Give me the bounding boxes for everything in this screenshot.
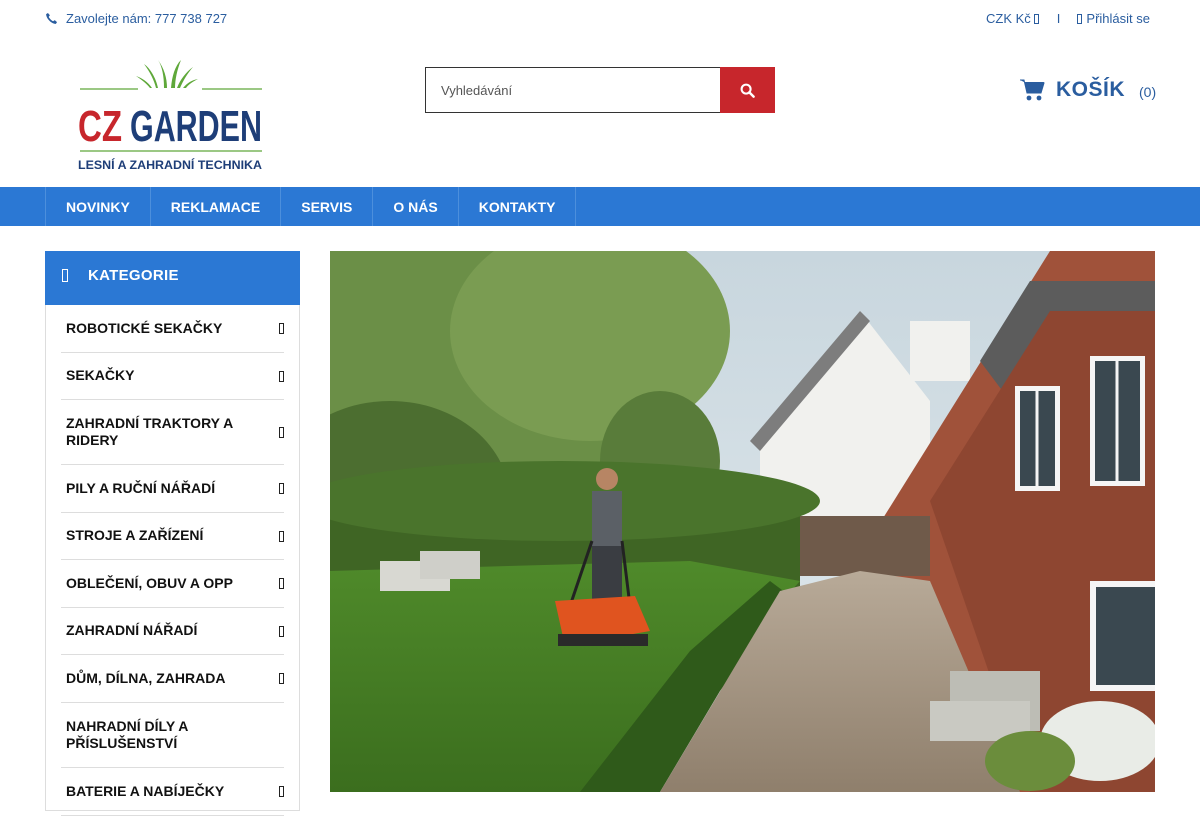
svg-text:CZ: CZ [78, 102, 122, 151]
category-item[interactable]: NAHRADNÍ DÍLY A PŘÍSLUŠENSTVÍ [61, 703, 284, 768]
svg-text:GARDEN: GARDEN [130, 102, 262, 151]
category-label: OBLEČENÍ, OBUV A OPP [66, 574, 233, 591]
category-header[interactable]: KATEGORIE [45, 251, 300, 305]
search-button[interactable] [720, 67, 775, 113]
top-bar: Zavolejte nám: 777 738 727 CZK Kč I Přih… [0, 0, 1200, 38]
chevron-right-icon [279, 578, 284, 589]
main-nav: NOVINKY REKLAMACE SERVIS O NÁS KONTAKTY [0, 187, 1200, 226]
cart-icon [1020, 79, 1045, 101]
cart-label: KOŠÍK [1056, 78, 1126, 101]
currency-label: CZK Kč [986, 11, 1031, 26]
hero-image [330, 251, 1155, 792]
search-bar [425, 67, 775, 113]
chevron-right-icon [279, 530, 284, 542]
login-label: Přihlásit se [1086, 11, 1150, 26]
category-label: ROBOTICKÉ SEKAČKY [66, 319, 223, 336]
chevron-right-icon [279, 323, 284, 334]
category-sidebar: KATEGORIE ROBOTICKÉ SEKAČKY SEKAČKY ZAHR… [45, 251, 300, 816]
category-item[interactable]: ROBOTICKÉ SEKAČKY [61, 305, 284, 353]
phone-contact[interactable]: Zavolejte nám: 777 738 727 [45, 11, 227, 26]
category-item[interactable]: PILY A RUČNÍ NÁŘADÍ [61, 465, 284, 513]
category-item[interactable]: ZAHRADNÍ TRAKTORY A RIDERY [61, 400, 284, 465]
nav-item-servis[interactable]: SERVIS [280, 187, 372, 226]
user-icon [1077, 13, 1083, 24]
hero-banner[interactable] [330, 251, 1155, 792]
cart-link[interactable]: KOŠÍK (0) [1020, 78, 1156, 102]
category-label: STROJE A ZAŘÍZENÍ [66, 527, 204, 544]
chevron-right-icon [279, 786, 284, 797]
chevron-right-icon [279, 483, 284, 494]
category-label: ZAHRADNÍ TRAKTORY A RIDERY [66, 414, 233, 449]
category-item[interactable]: SEKAČKY [61, 353, 284, 400]
nav-item-o-nas[interactable]: O NÁS [372, 187, 457, 226]
chevron-right-icon [279, 370, 284, 382]
chevron-right-icon [279, 673, 284, 684]
topbar-separator: I [1056, 11, 1061, 26]
caret-down-icon [1033, 13, 1039, 24]
category-item[interactable]: DŮM, DÍLNA, ZAHRADA [61, 655, 284, 703]
svg-text:LESNÍ A ZAHRADNÍ TECHNIKA: LESNÍ A ZAHRADNÍ TECHNIKA [78, 157, 262, 172]
category-item[interactable]: BATERIE A NABÍJEČKY [61, 768, 284, 816]
currency-selector[interactable]: CZK Kč [986, 11, 1039, 26]
category-item[interactable]: ZAHRADNÍ NÁŘADÍ [61, 608, 284, 655]
grass-icon [136, 60, 198, 88]
category-title: KATEGORIE [88, 266, 179, 284]
category-label: BATERIE A NABÍJEČKY [66, 782, 225, 799]
search-input[interactable] [425, 67, 720, 113]
menu-icon [62, 268, 68, 282]
nav-item-novinky[interactable]: NOVINKY [45, 187, 150, 226]
category-label: NAHRADNÍ DÍLY A PŘÍSLUŠENSTVÍ [66, 717, 188, 752]
login-link[interactable]: Přihlásit se [1076, 11, 1150, 26]
chevron-right-icon [279, 625, 284, 637]
category-label: SEKAČKY [66, 367, 135, 384]
category-label: ZAHRADNÍ NÁŘADÍ [66, 622, 198, 639]
phone-icon [46, 12, 58, 24]
phone-text: Zavolejte nám: 777 738 727 [66, 11, 228, 26]
nav-item-kontakty[interactable]: KONTAKTY [457, 187, 577, 226]
category-item[interactable]: STROJE A ZAŘÍZENÍ [61, 513, 284, 560]
chevron-right-icon [279, 426, 284, 438]
category-label: PILY A RUČNÍ NÁŘADÍ [66, 479, 216, 496]
search-icon [740, 83, 755, 98]
category-label: DŮM, DÍLNA, ZAHRADA [66, 669, 226, 686]
nav-item-reklamace[interactable]: REKLAMACE [149, 187, 280, 226]
category-item[interactable]: OBLEČENÍ, OBUV A OPP [61, 560, 284, 608]
site-logo[interactable]: CZ GARDEN LESNÍ A ZAHRADNÍ TECHNIKA [78, 58, 264, 174]
cart-count: (0) [1139, 84, 1157, 100]
